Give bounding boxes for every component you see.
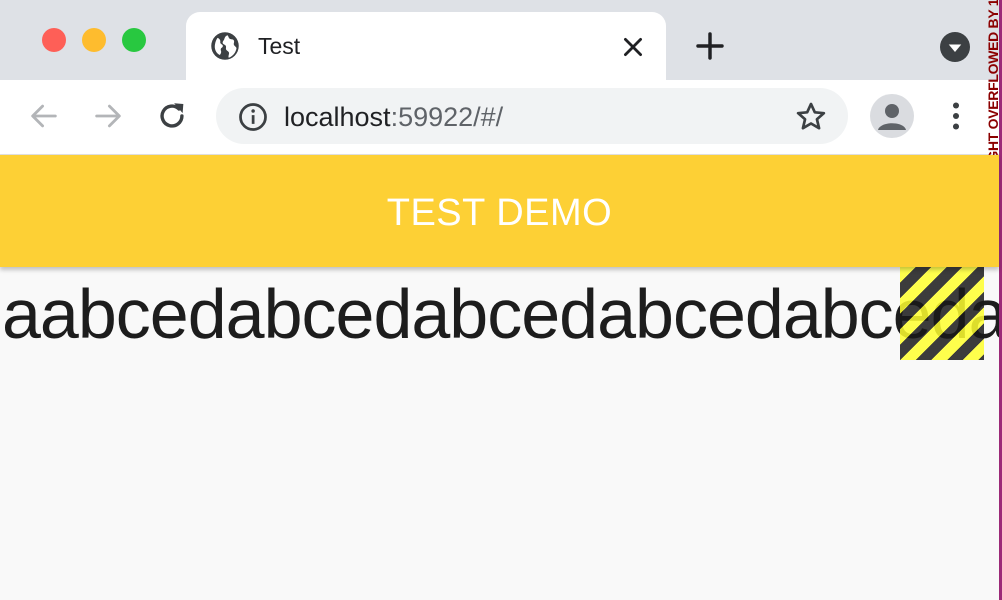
body-text: aabcedabcedabcedabcedabcedabcedab xyxy=(2,275,999,353)
tab-search-button[interactable] xyxy=(940,32,970,62)
overflow-warning-text: RIGHT OVERFLOWED BY 1 xyxy=(985,0,1000,175)
overflow-warning-label: RIGHT OVERFLOWED BY 1 xyxy=(984,0,1000,175)
app-body: aabcedabcedabcedabcedabcedabcedab xyxy=(0,267,999,600)
arrow-left-icon[interactable] xyxy=(27,99,61,133)
tab-title: Test xyxy=(258,33,301,59)
arrow-right-icon[interactable] xyxy=(91,99,125,133)
profile-button[interactable] xyxy=(870,94,914,138)
app-bar-title: TEST DEMO xyxy=(386,192,613,234)
url-text[interactable]: localhost:59922/#/ xyxy=(284,101,503,133)
star-icon[interactable] xyxy=(794,100,828,134)
info-icon[interactable] xyxy=(238,102,268,132)
minimize-window-button[interactable] xyxy=(82,28,106,52)
address-bar[interactable]: localhost:59922/#/ xyxy=(216,88,848,144)
close-icon[interactable] xyxy=(620,34,646,60)
zoom-window-button[interactable] xyxy=(122,28,146,52)
app-bar: TEST DEMO xyxy=(0,155,999,267)
browser-tab[interactable]: Test xyxy=(186,12,666,80)
browser-toolbar: localhost:59922/#/ xyxy=(0,80,999,155)
globe-icon xyxy=(211,32,239,60)
url-rest: :59922/#/ xyxy=(390,102,504,132)
vertical-dots-icon[interactable] xyxy=(942,98,970,134)
url-host: localhost xyxy=(284,102,391,132)
tab-strip: Test xyxy=(0,0,999,80)
overflow-indicator-stripes xyxy=(900,267,984,360)
avatar-icon xyxy=(878,104,906,130)
plus-icon[interactable] xyxy=(694,30,726,62)
close-window-button[interactable] xyxy=(42,28,66,52)
chevron-down-icon xyxy=(948,44,962,52)
reload-icon[interactable] xyxy=(155,99,189,133)
